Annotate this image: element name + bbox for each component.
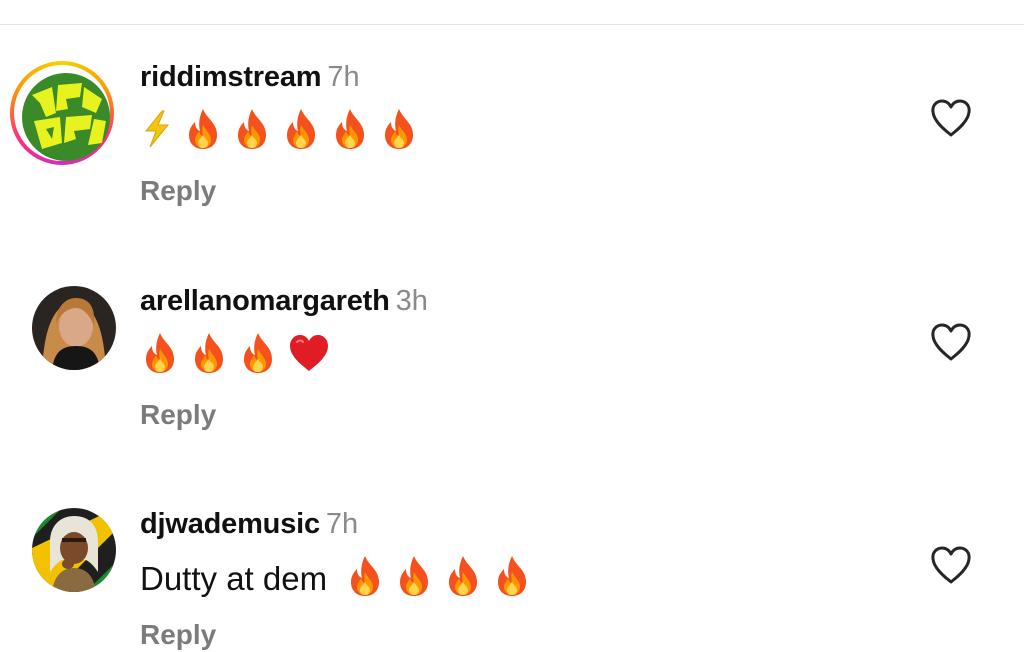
- username[interactable]: arellanomargareth: [140, 285, 390, 317]
- reply-button[interactable]: Reply: [140, 398, 216, 432]
- user-photo-icon: [32, 286, 116, 370]
- heart-outline-icon[interactable]: [929, 544, 973, 586]
- comment-text: Dutty at dem: [140, 554, 541, 609]
- comments-list: riddimstream 7h Reply arellanomargareth …: [0, 0, 1024, 650]
- memoji-avatar-icon: [32, 508, 116, 592]
- fire-icon: [345, 554, 385, 609]
- comment-text-content: Dutty at dem: [140, 560, 328, 598]
- avatar[interactable]: [32, 508, 116, 592]
- comment-header: arellanomargareth 3h: [140, 284, 428, 318]
- comment-header: djwademusic 7h: [140, 507, 358, 541]
- fire-icon: [238, 331, 278, 386]
- fire-icon: [394, 554, 434, 609]
- red-heart-icon: [287, 332, 331, 385]
- fire-icon: [140, 331, 180, 386]
- fire-icon: [492, 554, 532, 609]
- timestamp: 7h: [325, 508, 359, 540]
- comment-text: [140, 331, 340, 386]
- avatar[interactable]: [32, 286, 116, 370]
- username[interactable]: djwademusic: [140, 508, 320, 540]
- comment-item: djwademusic 7h Dutty at dem Reply: [0, 0, 1024, 650]
- fire-icon: [443, 554, 483, 609]
- heart-outline-icon[interactable]: [929, 321, 973, 363]
- fire-icon: [189, 331, 229, 386]
- timestamp: 3h: [395, 285, 428, 317]
